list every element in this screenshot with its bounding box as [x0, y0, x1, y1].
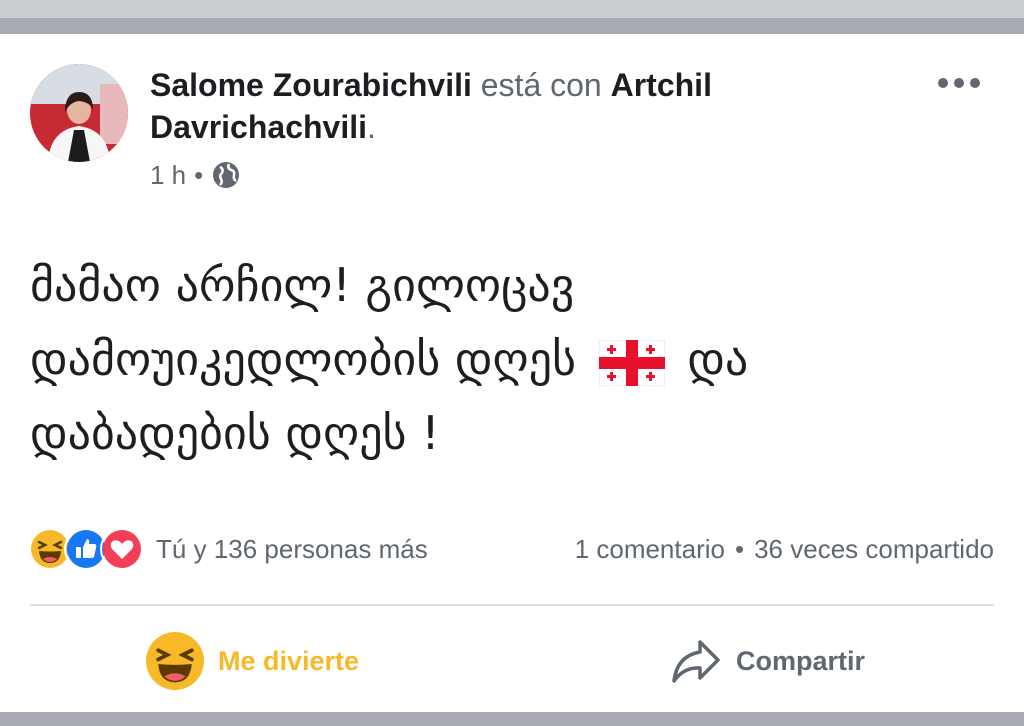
reactions-count[interactable]: Tú y 136 personas más: [156, 534, 428, 565]
share-button-label: Compartir: [736, 645, 866, 676]
top-strip-light: [0, 0, 1024, 18]
reactions-summary[interactable]: Tú y 136 personas más: [28, 527, 428, 571]
post-body: მამაო არჩილ! გილოცავ დამოუიკედლობის დღეს…: [30, 248, 990, 470]
react-button[interactable]: Me divierte: [146, 630, 359, 692]
top-band: [0, 0, 1024, 34]
bottom-band: [0, 712, 1024, 726]
author-name[interactable]: Salome Zourabichvili: [150, 67, 472, 103]
shares-count[interactable]: 36 veces compartido: [754, 534, 994, 565]
more-options-icon[interactable]: [934, 68, 984, 98]
comments-count[interactable]: 1 comentario: [575, 534, 725, 565]
post-time[interactable]: 1 h: [150, 160, 186, 191]
post-stats: 1 comentario • 36 veces compartido: [575, 528, 994, 570]
love-icon: [100, 527, 144, 571]
tag-connector: está con: [480, 67, 602, 103]
georgian-flag-icon: [598, 339, 665, 386]
post-meta: 1 h •: [150, 158, 241, 192]
react-button-label: Me divierte: [218, 645, 360, 676]
haha-icon: [146, 632, 204, 690]
share-button[interactable]: Compartir: [670, 630, 865, 692]
divider: [30, 604, 994, 606]
top-strip-dark: [0, 18, 1024, 34]
globe-icon[interactable]: [211, 160, 241, 190]
avatar[interactable]: [30, 64, 128, 162]
trailing-period: .: [367, 109, 376, 145]
stats-separator: •: [734, 533, 745, 564]
post-header: Salome Zourabichvili está con Artchil Da…: [150, 64, 890, 148]
share-icon: [670, 636, 722, 686]
avatar-image: [30, 64, 128, 162]
post-body-text-1: მამაო არჩილ! გილოცავ დამოუიკედლობის დღეს: [30, 258, 577, 386]
meta-separator: •: [194, 159, 204, 190]
